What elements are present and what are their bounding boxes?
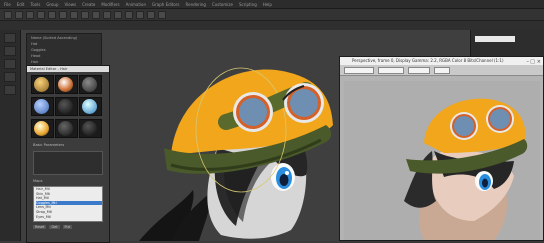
menu-item[interactable]: File xyxy=(4,2,11,7)
material-list: Hair_Mtl Skin_Mtl Hat_Mtl Goggles_Mtl Le… xyxy=(33,186,103,222)
get-button[interactable]: Get xyxy=(49,225,60,229)
render-frame-icon[interactable] xyxy=(147,10,155,19)
main-toolbar xyxy=(0,9,544,21)
tree-item-hat[interactable]: Hat xyxy=(31,42,101,46)
put-button[interactable]: Put xyxy=(62,225,72,229)
link-icon[interactable] xyxy=(26,10,34,19)
tree-item-goggles[interactable]: Goggles xyxy=(31,48,101,52)
snap-icon[interactable] xyxy=(92,10,100,19)
select-icon[interactable] xyxy=(48,10,56,19)
rotate-icon[interactable] xyxy=(70,10,78,19)
material-slot[interactable] xyxy=(55,119,78,138)
menu-item[interactable]: Views xyxy=(65,2,77,7)
render-window-title: Perspective, frame 0, Display Gamma: 2.2… xyxy=(340,57,543,65)
maps-section-label: Maps xyxy=(33,179,43,183)
maximize-icon[interactable]: □ xyxy=(530,58,535,66)
minimize-icon[interactable]: – xyxy=(527,58,530,66)
menu-item[interactable]: Graph Editors xyxy=(152,2,179,7)
hierarchy-icon[interactable] xyxy=(4,72,16,82)
menu-item[interactable]: Modifiers xyxy=(101,2,119,7)
params-box xyxy=(33,151,103,175)
preset-dropdown[interactable] xyxy=(408,66,430,74)
menu-item[interactable]: Customize xyxy=(212,2,233,7)
scale-icon[interactable] xyxy=(81,10,89,19)
menu-item[interactable]: Rendering xyxy=(186,2,206,7)
area-dropdown[interactable] xyxy=(344,66,374,74)
left-toolbar xyxy=(0,30,21,241)
menu-item[interactable]: Scripting xyxy=(239,2,257,7)
rendered-frame-window: Perspective, frame 0, Display Gamma: 2.2… xyxy=(339,56,544,241)
menu-item[interactable]: Tools xyxy=(30,2,40,7)
render-setup-icon[interactable] xyxy=(136,10,144,19)
material-editor-buttons: Reset Get Put xyxy=(33,225,103,229)
material-slot[interactable] xyxy=(79,97,102,116)
render-icon[interactable] xyxy=(158,10,166,19)
render-title-text: Perspective, frame 0, Display Gamma: 2.2… xyxy=(352,58,504,63)
display-icon[interactable] xyxy=(4,59,16,69)
rendered-character xyxy=(404,98,528,240)
create-icon[interactable] xyxy=(4,33,16,43)
material-slot[interactable] xyxy=(55,75,78,94)
menu-item[interactable]: Edit xyxy=(17,2,25,7)
material-slots xyxy=(27,72,109,141)
close-icon[interactable]: × xyxy=(537,58,541,66)
tree-header[interactable]: Name (Sorted Ascending) xyxy=(31,36,101,40)
menu-item[interactable]: Animation xyxy=(126,2,146,7)
viewport-dropdown[interactable] xyxy=(378,66,404,74)
redo-icon[interactable] xyxy=(15,10,23,19)
unlink-icon[interactable] xyxy=(37,10,45,19)
menu-item[interactable]: Create xyxy=(82,2,95,7)
material-slot[interactable] xyxy=(31,75,54,94)
menu-item[interactable]: Group xyxy=(46,2,58,7)
align-icon[interactable] xyxy=(114,10,122,19)
list-item[interactable]: Eyes_Mtl xyxy=(36,215,102,220)
reset-button[interactable]: Reset xyxy=(33,225,47,229)
move-icon[interactable] xyxy=(59,10,67,19)
filter-icon[interactable] xyxy=(4,46,16,56)
params-section-label: Basic Parameters xyxy=(33,143,65,147)
render-canvas xyxy=(344,81,540,240)
material-slot[interactable] xyxy=(55,97,78,116)
tree-item-head[interactable]: Head xyxy=(31,54,101,58)
material-editor-window: Material Editor - Hair Basic Parameters … xyxy=(26,65,110,243)
render-toolbar xyxy=(340,65,543,76)
material-editor-icon[interactable] xyxy=(125,10,133,19)
undo-icon[interactable] xyxy=(4,10,12,19)
mirror-icon[interactable] xyxy=(103,10,111,19)
command-panel-field[interactable] xyxy=(475,36,515,42)
material-slot[interactable] xyxy=(31,97,54,116)
menu-bar: File Edit Tools Group Views Create Modifiers An… xyxy=(0,0,544,9)
material-slot[interactable] xyxy=(79,75,102,94)
tree-item-hair[interactable]: Hair xyxy=(31,60,101,64)
material-slot[interactable] xyxy=(31,119,54,138)
menu-item[interactable]: Help xyxy=(263,2,272,7)
material-slot[interactable] xyxy=(79,119,102,138)
render-button[interactable] xyxy=(434,66,450,74)
layer-icon[interactable] xyxy=(4,85,16,95)
